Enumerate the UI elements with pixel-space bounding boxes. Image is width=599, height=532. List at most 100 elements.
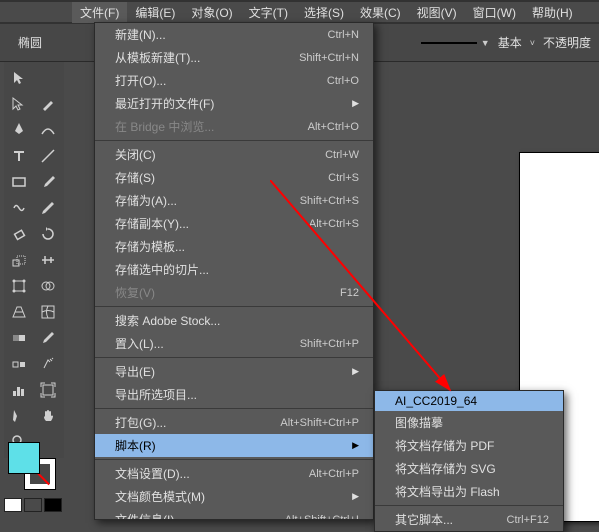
menu-item[interactable]: 存储(S)Ctrl+S bbox=[95, 166, 373, 189]
menu-view[interactable]: 视图(V) bbox=[409, 2, 465, 23]
menu-shortcut: Shift+Ctrl+P bbox=[300, 338, 359, 350]
swatch-black[interactable] bbox=[44, 498, 62, 512]
menu-item-label: 新建(N)... bbox=[115, 26, 166, 43]
tool-mesh[interactable] bbox=[35, 300, 61, 324]
menu-item[interactable]: 文档颜色模式(M)▶ bbox=[95, 485, 373, 508]
menu-item[interactable]: 存储副本(Y)...Alt+Ctrl+S bbox=[95, 212, 373, 235]
menu-item[interactable]: 图像描摹 bbox=[375, 411, 563, 434]
menu-effect[interactable]: 效果(C) bbox=[352, 2, 409, 23]
tool-paintbrush[interactable] bbox=[35, 170, 61, 194]
chevron-down-icon: ˅ bbox=[530, 38, 535, 48]
tool-type[interactable] bbox=[6, 144, 32, 168]
menu-separator bbox=[95, 306, 373, 307]
color-picker[interactable] bbox=[8, 442, 56, 490]
tool-eraser[interactable] bbox=[6, 222, 32, 246]
menu-shortcut: Alt+Ctrl+P bbox=[309, 468, 359, 480]
menubar: 文件(F) 编辑(E) 对象(O) 文字(T) 选择(S) 效果(C) 视图(V… bbox=[0, 2, 599, 22]
menu-item-label: 在 Bridge 中浏览... bbox=[115, 118, 214, 135]
menu-item-label: 将文档存储为 PDF bbox=[395, 437, 494, 454]
menu-item-label: 打包(G)... bbox=[115, 414, 166, 431]
menu-help[interactable]: 帮助(H) bbox=[524, 2, 581, 23]
menu-item[interactable]: 最近打开的文件(F)▶ bbox=[95, 92, 373, 115]
menu-separator bbox=[375, 505, 563, 506]
menu-type[interactable]: 文字(T) bbox=[241, 2, 296, 23]
menu-edit[interactable]: 编辑(E) bbox=[127, 2, 183, 23]
menu-file[interactable]: 文件(F) bbox=[72, 2, 127, 23]
menu-window[interactable]: 窗口(W) bbox=[465, 2, 524, 23]
swatch-white[interactable] bbox=[4, 498, 22, 512]
tool-eyedropper[interactable] bbox=[35, 326, 61, 350]
tool-perspective[interactable] bbox=[6, 300, 32, 324]
menu-item[interactable]: 存储为模板... bbox=[95, 235, 373, 258]
menu-item[interactable]: 导出(E) ▶ bbox=[95, 360, 373, 383]
menu-shortcut: F12 bbox=[340, 287, 359, 299]
menu-item[interactable]: 脚本(R)▶ bbox=[95, 434, 373, 457]
tool-width[interactable] bbox=[35, 248, 61, 272]
tool-artboard[interactable] bbox=[35, 378, 61, 402]
tool-rectangle[interactable] bbox=[6, 170, 32, 194]
menu-separator bbox=[95, 357, 373, 358]
menu-item[interactable]: 文档设置(D)...Alt+Ctrl+P bbox=[95, 462, 373, 485]
menu-item-label: 导出(E) bbox=[115, 363, 155, 380]
tool-selection[interactable] bbox=[6, 66, 32, 90]
tool-shape-builder[interactable] bbox=[35, 274, 61, 298]
menu-shortcut: Alt+Shift+Ctrl+P bbox=[280, 417, 359, 429]
menu-shortcut: Shift+Ctrl+N bbox=[299, 52, 359, 64]
menu-item[interactable]: 置入(L)... Shift+Ctrl+P bbox=[95, 332, 373, 355]
menu-separator bbox=[95, 408, 373, 409]
menu-item[interactable]: 将文档存储为 PDF bbox=[375, 434, 563, 457]
menu-item[interactable]: 其它脚本...Ctrl+F12 bbox=[375, 508, 563, 531]
menu-item[interactable]: 打包(G)... Alt+Shift+Ctrl+P bbox=[95, 411, 373, 434]
tool-slice[interactable] bbox=[6, 404, 32, 428]
tool-pen[interactable] bbox=[6, 118, 32, 142]
tool-gradient[interactable] bbox=[6, 326, 32, 350]
toolbox bbox=[4, 62, 64, 458]
menu-item-label: 存储选中的切片... bbox=[115, 261, 209, 278]
fill-color-swatch[interactable] bbox=[8, 442, 40, 474]
menu-item-label: 文档颜色模式(M) bbox=[115, 488, 205, 505]
chevron-right-icon: ▶ bbox=[352, 366, 359, 377]
tool-pencil[interactable] bbox=[35, 196, 61, 220]
tool-symbol-sprayer[interactable] bbox=[35, 352, 61, 376]
menu-item[interactable]: 文件信息(I)...Alt+Shift+Ctrl+I bbox=[95, 508, 373, 520]
menu-item[interactable]: 将文档存储为 SVG bbox=[375, 457, 563, 480]
stroke-preview[interactable]: ▼ bbox=[421, 38, 490, 48]
tool-hand[interactable] bbox=[35, 404, 61, 428]
menu-item: 恢复(V)F12 bbox=[95, 281, 373, 304]
menu-shortcut: Shift+Ctrl+S bbox=[300, 195, 359, 207]
menu-item-label: 存储为模板... bbox=[115, 238, 185, 255]
menu-item-label: 最近打开的文件(F) bbox=[115, 95, 214, 112]
tool-blend[interactable] bbox=[6, 352, 32, 376]
menu-item[interactable]: AI_CC2019_64 bbox=[375, 391, 563, 411]
menu-item[interactable]: 存储选中的切片... bbox=[95, 258, 373, 281]
chevron-right-icon: ▶ bbox=[352, 440, 359, 451]
menu-shortcut: Ctrl+W bbox=[325, 149, 359, 161]
menu-select[interactable]: 选择(S) bbox=[296, 2, 352, 23]
tool-magic-wand[interactable] bbox=[35, 92, 61, 116]
tool-line[interactable] bbox=[35, 144, 61, 168]
menu-item-label: 置入(L)... bbox=[115, 335, 164, 352]
menu-item[interactable]: 存储为(A)...Shift+Ctrl+S bbox=[95, 189, 373, 212]
menu-item[interactable]: 新建(N)...Ctrl+N bbox=[95, 23, 373, 46]
stroke-style-label[interactable]: 基本 bbox=[498, 34, 522, 51]
menu-item[interactable]: 搜索 Adobe Stock... bbox=[95, 309, 373, 332]
swatch-gray[interactable] bbox=[24, 498, 42, 512]
menu-item-label: 将文档导出为 Flash bbox=[395, 483, 500, 500]
tool-direct-select[interactable] bbox=[6, 92, 32, 116]
opacity-label: 不透明度 bbox=[543, 34, 591, 51]
menu-item[interactable]: 将文档导出为 Flash bbox=[375, 480, 563, 503]
menu-item-label: 导出所选项目... bbox=[115, 386, 197, 403]
menu-separator bbox=[95, 140, 373, 141]
tool-column-graph[interactable] bbox=[6, 378, 32, 402]
tool-curvature[interactable] bbox=[35, 118, 61, 142]
tool-scale[interactable] bbox=[6, 248, 32, 272]
menu-item[interactable]: 从模板新建(T)...Shift+Ctrl+N bbox=[95, 46, 373, 69]
selection-type-label: 椭圆 bbox=[18, 34, 42, 51]
tool-rotate[interactable] bbox=[35, 222, 61, 246]
menu-object[interactable]: 对象(O) bbox=[183, 2, 240, 23]
menu-item[interactable]: 关闭(C)Ctrl+W bbox=[95, 143, 373, 166]
tool-free-transform[interactable] bbox=[6, 274, 32, 298]
tool-shaper[interactable] bbox=[6, 196, 32, 220]
menu-item[interactable]: 导出所选项目... bbox=[95, 383, 373, 406]
menu-item[interactable]: 打开(O)...Ctrl+O bbox=[95, 69, 373, 92]
